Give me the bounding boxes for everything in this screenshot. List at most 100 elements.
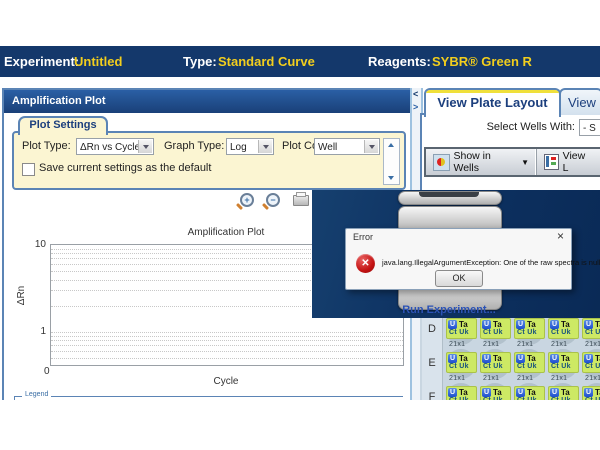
task-unknown-icon: U: [584, 388, 593, 397]
reagents-value: SYBR® Green R: [432, 46, 532, 77]
plate-well[interactable]: UTaCt Uk: [480, 386, 511, 400]
plate-well[interactable]: UTaCt Uk: [514, 318, 545, 339]
plate-well[interactable]: UTaCt Uk: [480, 352, 511, 373]
task-unknown-icon: U: [482, 354, 491, 363]
plate-well[interactable]: UTaCt Uk: [548, 318, 579, 339]
task-unknown-icon: U: [448, 388, 457, 397]
well-task-target: UTa: [447, 353, 476, 363]
chevron-down-icon[interactable]: [138, 140, 152, 153]
well-quantity-text: 21x1: [517, 341, 533, 348]
well-task-target: UTa: [549, 319, 578, 329]
show-in-wells-button[interactable]: Show in Wells ▼: [426, 149, 537, 175]
task-unknown-icon: U: [550, 388, 559, 397]
settings-scrollbar[interactable]: [383, 138, 400, 185]
plate-well[interactable]: UTaCt Uk: [548, 386, 579, 400]
gridline: [51, 336, 403, 337]
chevron-down-icon[interactable]: [364, 140, 378, 153]
tab-plot-settings[interactable]: Plot Settings: [18, 116, 108, 135]
well-task-target: UTa: [515, 387, 544, 397]
tab-view-well-table[interactable]: View: [559, 88, 600, 115]
plate-well[interactable]: UTaCt Uk: [446, 352, 477, 373]
select-wells-label: Select Wells With:: [430, 121, 575, 133]
well-sample-text: Ct Uk: [583, 329, 600, 336]
well-sample-text: Ct Uk: [583, 363, 600, 370]
print-icon[interactable]: [293, 195, 309, 206]
plate-well[interactable]: UTaCt Uk: [446, 318, 477, 339]
gridline: [51, 340, 403, 341]
plate-well[interactable]: UTaCt Uk: [446, 386, 477, 400]
well-sample-text: Ct Uk: [549, 329, 578, 336]
close-icon[interactable]: ×: [557, 230, 564, 242]
well-task-target: UTa: [515, 353, 544, 363]
plate-well[interactable]: UTaCt Uk: [548, 352, 579, 373]
x-tick-0: 0: [44, 366, 50, 377]
active-tab-highlight: [426, 90, 559, 93]
plot-type-label: Plot Type:: [22, 138, 71, 155]
run-experiment-link[interactable]: Run Experiment...: [398, 304, 500, 316]
plate-well[interactable]: UTaCt Uk: [582, 352, 600, 373]
gridline: [51, 358, 403, 359]
select-wells-dropdown[interactable]: - S: [579, 119, 600, 136]
scroll-up-icon[interactable]: [388, 143, 394, 147]
task-unknown-icon: U: [584, 354, 593, 363]
plate-well[interactable]: UTaCt Uk: [480, 318, 511, 339]
well-sample-text: Ct Uk: [515, 363, 544, 370]
plate-well[interactable]: UTaCt Uk: [514, 386, 545, 400]
plate-well[interactable]: UTaCt Uk: [514, 352, 545, 373]
instrument-button-top[interactable]: [398, 191, 502, 205]
gridline: [51, 351, 403, 352]
well-task-target: UTa: [583, 353, 600, 363]
panel-title: Amplification Plot: [4, 90, 411, 113]
viewport-clip: [0, 400, 600, 450]
plate-row-label: F: [422, 391, 442, 400]
save-default-checkbox[interactable]: [22, 163, 35, 176]
well-quantity-text: 21x1: [449, 341, 465, 348]
y-tick-10: 10: [30, 239, 46, 250]
plate-well[interactable]: UTaCt Uk: [582, 318, 600, 339]
expand-right-icon[interactable]: >: [413, 102, 418, 112]
plot-type-select[interactable]: ΔRn vs Cycle: [76, 138, 154, 155]
experiment-value: Untitled: [74, 46, 122, 77]
tab-view-plate-layout[interactable]: View Plate Layout: [424, 88, 561, 117]
y-tick-1: 1: [30, 326, 46, 337]
well-sample-text: Ct Uk: [447, 363, 476, 370]
legend-label: Legend: [22, 391, 51, 398]
type-label: Type:: [183, 46, 217, 77]
gridline: [51, 332, 403, 333]
task-unknown-icon: U: [448, 320, 457, 329]
scroll-down-icon[interactable]: [388, 176, 394, 180]
task-unknown-icon: U: [516, 388, 525, 397]
graph-type-select[interactable]: Log: [226, 138, 274, 155]
well-task-target: UTa: [583, 319, 600, 329]
plate-well[interactable]: UTaCt Uk: [582, 386, 600, 400]
plate-toolbar: Show in Wells ▼ View L: [424, 147, 600, 177]
task-unknown-icon: U: [482, 320, 491, 329]
well-task-target: UTa: [481, 387, 510, 397]
well-task-target: UTa: [583, 387, 600, 397]
zoom-out-icon[interactable]: −: [266, 193, 280, 207]
error-message: java.lang.IllegalArgumentException: One …: [382, 258, 568, 267]
well-quantity-text: 21x1: [551, 341, 567, 348]
well-sample-text: Ct Uk: [481, 329, 510, 336]
type-value: Standard Curve: [218, 46, 315, 77]
task-unknown-icon: U: [482, 388, 491, 397]
task-unknown-icon: U: [584, 320, 593, 329]
instrument-graphic: [419, 192, 479, 197]
plot-color-select[interactable]: Well: [314, 138, 380, 155]
chevron-down-icon[interactable]: [258, 140, 272, 153]
well-quantity-text: 21x1: [449, 375, 465, 382]
error-icon: ✕: [356, 254, 375, 273]
view-legend-button[interactable]: View L: [537, 149, 600, 175]
reagents-label: Reagents:: [368, 46, 431, 77]
experiment-label: Experiment:: [4, 46, 79, 77]
x-axis-label: Cycle: [50, 376, 402, 387]
experiment-header-bar: Experiment: Untitled Type: Standard Curv…: [0, 46, 600, 77]
ok-button[interactable]: OK: [435, 270, 483, 287]
task-unknown-icon: U: [550, 354, 559, 363]
zoom-in-icon[interactable]: +: [240, 193, 254, 207]
well-quantity-text: 21x1: [585, 375, 600, 382]
collapse-left-icon[interactable]: <: [413, 89, 418, 99]
graph-type-label: Graph Type:: [164, 138, 224, 155]
save-default-label: Save current settings as the default: [39, 160, 211, 177]
legend-table-icon: [544, 154, 559, 170]
